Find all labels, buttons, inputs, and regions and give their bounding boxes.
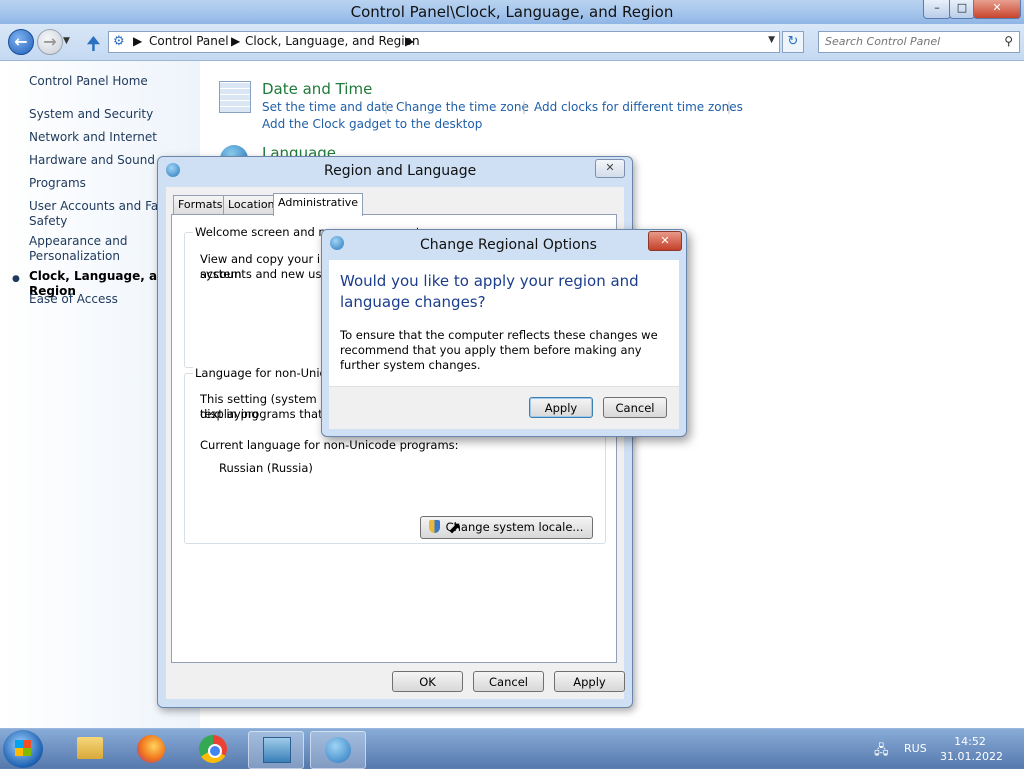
current-item-bullet-icon: ● [12,274,20,284]
sidebar-item-system-security[interactable]: System and Security [29,107,194,122]
current-language-label: Current language for non-Unicode program… [200,438,459,452]
dialog-close-button[interactable]: ✕ [648,231,682,251]
link-separator: | [727,100,732,114]
change-system-locale-button[interactable]: Change system locale... ⬈ [420,516,593,539]
search-box[interactable]: ⚲ [818,31,1020,53]
confirmation-info-text: To ensure that the computer reflects the… [340,328,658,372]
maximize-button[interactable]: □ [949,0,975,19]
dialog-close-button[interactable]: ✕ [595,159,625,178]
clock-time: 14:52 [954,735,986,748]
search-input[interactable] [819,32,1001,50]
clock-date: 31.01.2022 [940,750,1003,763]
search-icon[interactable]: ⚲ [1004,34,1013,48]
tab-formats[interactable]: Formats [173,195,228,214]
calendar-clock-icon[interactable] [219,81,251,113]
globe-icon [166,163,180,177]
current-language-value: Russian (Russia) [219,461,313,475]
crumb-separator-icon[interactable]: ▶ [405,34,414,48]
globe-icon [325,737,351,763]
forward-button[interactable]: → [37,29,63,55]
add-clocks-link[interactable]: Add clocks for different time zones [534,100,743,114]
control-panel-icon: ⚙ [113,34,125,49]
taskbar-firefox-button[interactable] [124,731,178,767]
sidebar-item-network-internet[interactable]: Network and Internet [29,130,194,145]
start-button[interactable] [3,730,43,768]
mouse-cursor-icon: ⬈ [448,518,462,537]
apply-button[interactable]: Apply [554,671,625,692]
cancel-button[interactable]: Cancel [603,397,667,418]
add-clock-gadget-link[interactable]: Add the Clock gadget to the desktop [262,117,482,131]
confirmation-question: Would you like to apply your region and … [340,272,639,311]
firefox-icon [137,735,165,763]
back-button[interactable]: ← [8,29,34,55]
up-arrow-icon[interactable]: 🠉 [86,32,101,62]
taskbar-explorer-button[interactable] [62,731,116,767]
close-button[interactable]: ✕ [973,0,1021,19]
taskbar-control-panel-button[interactable] [248,731,304,769]
address-dropdown-icon[interactable]: ▼ [768,35,775,45]
dialog-title: Region and Language [324,163,477,179]
window-title: Control Panel\Clock, Language, and Regio… [350,3,674,21]
change-regional-options-dialog: Change Regional Options ✕ Would you like… [321,229,687,437]
windows-logo-icon [15,740,31,756]
minimize-button[interactable]: – [923,0,951,19]
ok-button[interactable]: OK [392,671,463,692]
link-separator: | [522,100,527,114]
globe-icon [330,236,344,250]
breadcrumb-control-panel[interactable]: Control Panel [149,34,229,48]
taskbar: 🖧 RUS 14:52 31.01.2022 [0,728,1024,769]
title-bar: Control Panel\Clock, Language, and Regio… [0,0,1024,24]
date-time-heading[interactable]: Date and Time [262,80,372,98]
input-language-indicator[interactable]: RUS [904,742,927,755]
navigation-bar: ← → ▼ 🠉 ⚙ ▶ Control Panel ▶ Clock, Langu… [0,24,1024,61]
recent-pages-dropdown-icon[interactable]: ▼ [63,36,70,46]
tab-location[interactable]: Location [223,195,280,214]
set-time-date-link[interactable]: Set the time and date [262,100,393,114]
folder-icon [77,737,103,759]
network-icon[interactable]: 🖧 [874,741,889,763]
crumb-separator-icon[interactable]: ▶ [133,34,142,48]
refresh-button[interactable]: ↻ [782,31,804,53]
change-time-zone-link[interactable]: Change the time zone [396,100,529,114]
uac-shield-icon [429,520,440,533]
control-panel-icon [263,737,291,763]
dialog-button-bar: Apply Cancel [329,386,679,429]
taskbar-chrome-button[interactable] [186,731,240,767]
cancel-button[interactable]: Cancel [473,671,544,692]
tab-administrative[interactable]: Administrative [273,193,364,216]
system-clock[interactable]: 14:52 31.01.2022 [940,734,1003,764]
dialog-body: Would you like to apply your region and … [329,260,679,429]
chrome-center-dot [208,744,222,758]
sidebar-item-control-panel-home[interactable]: Control Panel Home [29,74,194,89]
link-separator: | [384,100,389,114]
breadcrumb-clock-language-region[interactable]: Clock, Language, and Region [245,34,420,48]
address-bar[interactable]: ⚙ ▶ Control Panel ▶ Clock, Language, and… [108,31,780,53]
taskbar-region-language-button[interactable] [310,731,366,769]
crumb-separator-icon[interactable]: ▶ [231,34,240,48]
dialog-title: Change Regional Options [420,237,597,253]
apply-button[interactable]: Apply [529,397,593,418]
